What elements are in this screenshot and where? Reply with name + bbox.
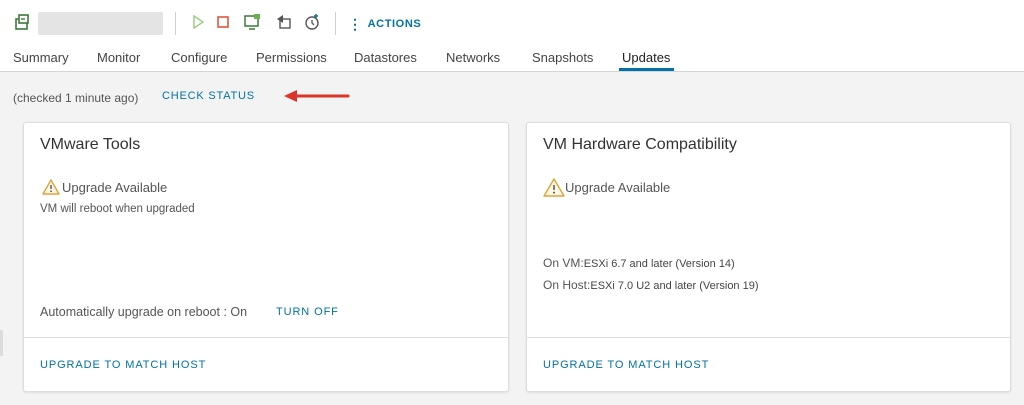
- tab-permissions[interactable]: Permissions: [256, 50, 327, 72]
- actions-label: ACTIONS: [367, 18, 422, 30]
- upgrade-available-status: Upgrade Available: [42, 179, 167, 195]
- upgrade-hardware-link[interactable]: UPGRADE TO MATCH HOST: [543, 359, 709, 371]
- upgrade-tools-link[interactable]: UPGRADE TO MATCH HOST: [40, 359, 206, 371]
- tab-datastores[interactable]: Datastores: [354, 50, 417, 72]
- on-vm-label: On VM:: [543, 256, 584, 270]
- tab-monitor[interactable]: Monitor: [97, 50, 140, 72]
- toolbar-divider: [175, 12, 176, 35]
- power-off-icon[interactable]: [213, 12, 233, 32]
- panel-edge: [0, 330, 3, 356]
- tab-bar: Summary Monitor Configure Permissions Da…: [0, 46, 1024, 72]
- power-on-icon[interactable]: [188, 12, 208, 32]
- on-host-version: On Host:ESXi 7.0 U2 and later (Version 1…: [543, 278, 759, 292]
- more-vertical-icon: ⋮: [348, 16, 363, 32]
- card-title: VMware Tools: [40, 136, 141, 153]
- auto-upgrade-status: Automatically upgrade on reboot : On: [40, 305, 248, 319]
- card-title: VM Hardware Compatibility: [543, 136, 737, 153]
- reboot-note: VM will reboot when upgraded: [40, 203, 195, 215]
- actions-menu[interactable]: ⋮ ACTIONS: [348, 15, 421, 33]
- toolbar-divider: [335, 12, 336, 35]
- upgrade-available-label: Upgrade Available: [62, 179, 168, 195]
- on-vm-value: ESXi 6.7 and later (Version 14): [583, 258, 735, 270]
- check-status-link[interactable]: CHECK STATUS: [162, 90, 255, 102]
- card-divider: [24, 337, 508, 338]
- vmware-tools-card: VMware Tools Upgrade Available VM will r…: [23, 122, 509, 392]
- last-checked-text: (checked 1 minute ago): [13, 91, 139, 105]
- turn-off-link[interactable]: TURN OFF: [276, 306, 339, 318]
- migrate-icon[interactable]: [274, 12, 294, 32]
- tab-snapshots[interactable]: Snapshots: [532, 50, 593, 72]
- tab-configure[interactable]: Configure: [171, 50, 227, 72]
- warning-icon: [543, 178, 565, 197]
- on-host-value: ESXi 7.0 U2 and later (Version 19): [590, 280, 759, 292]
- vm-hardware-compatibility-card: VM Hardware Compatibility Upgrade Availa…: [526, 122, 1011, 392]
- upgrade-available-status: Upgrade Available: [543, 178, 670, 197]
- on-vm-version: On VM:ESXi 6.7 and later (Version 14): [543, 256, 735, 270]
- toolbar: ⋮ ACTIONS: [0, 0, 1024, 46]
- on-host-label: On Host:: [543, 278, 591, 292]
- snapshot-icon[interactable]: [302, 12, 322, 32]
- vm-icon: [12, 12, 32, 32]
- vm-name-redacted: [38, 12, 163, 35]
- active-tab-indicator: [619, 68, 674, 71]
- console-icon[interactable]: [242, 12, 262, 32]
- red-arrow-annotation: [284, 90, 350, 102]
- tab-networks[interactable]: Networks: [446, 50, 500, 72]
- tab-summary[interactable]: Summary: [13, 50, 69, 72]
- warning-icon: [42, 179, 60, 195]
- card-divider: [527, 337, 1010, 338]
- upgrade-available-label: Upgrade Available: [565, 180, 671, 195]
